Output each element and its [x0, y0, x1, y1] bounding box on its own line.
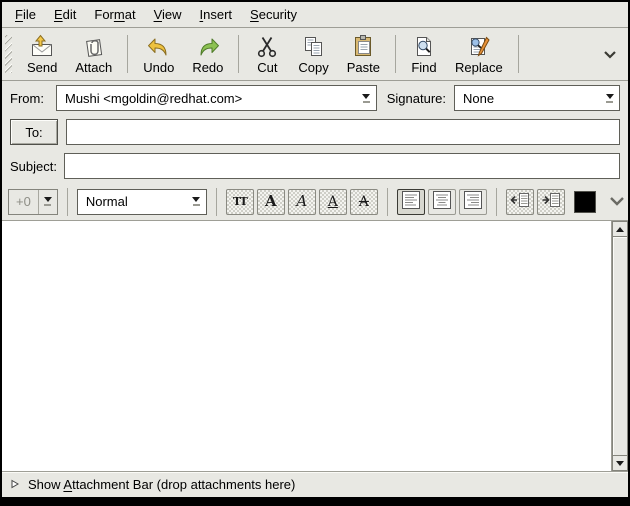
scroll-up-button[interactable]	[612, 221, 628, 237]
toolbar-overflow-button[interactable]	[598, 43, 622, 66]
align-right-button[interactable]	[459, 189, 487, 215]
align-center-icon	[433, 191, 451, 212]
send-button[interactable]: Send	[18, 30, 66, 78]
scrollbar-thumb[interactable]	[612, 237, 628, 455]
to-row: To:	[2, 115, 628, 149]
to-input[interactable]	[66, 119, 620, 145]
from-label: From:	[10, 91, 56, 106]
arrow-down-icon	[616, 461, 624, 466]
toolbar-separator	[395, 35, 396, 73]
format-separator	[496, 188, 497, 216]
subject-label: Subject:	[10, 159, 64, 174]
format-overflow-button[interactable]	[607, 192, 627, 211]
signature-label: Signature:	[387, 91, 446, 106]
align-right-icon	[464, 191, 482, 212]
magnifier-document-icon	[411, 33, 437, 60]
underline-toggle-button[interactable]: A	[319, 189, 347, 215]
align-left-icon	[402, 191, 420, 212]
unindent-button[interactable]	[506, 189, 534, 215]
toolbar-separator	[127, 35, 128, 73]
attachment-bar-toggle[interactable]: Show Attachment Bar (drop attachments he…	[2, 471, 628, 497]
italic-toggle-button[interactable]: A	[288, 189, 316, 215]
typewriter-icon: TT	[233, 196, 247, 207]
dropdown-arrow-icon	[357, 94, 376, 103]
paste-button[interactable]: Paste	[338, 30, 389, 78]
menu-security[interactable]: Security	[241, 3, 306, 26]
copy-button[interactable]: Copy	[289, 30, 337, 78]
from-row: From: Mushi <mgoldin@redhat.com> Signatu…	[2, 81, 628, 115]
send-icon	[29, 33, 55, 60]
arrow-up-icon	[616, 227, 624, 232]
scroll-down-button[interactable]	[612, 455, 628, 471]
italic-icon: A	[296, 194, 307, 209]
menu-edit[interactable]: Edit	[45, 3, 85, 26]
format-separator	[67, 188, 68, 216]
underline-icon: A	[328, 195, 338, 209]
dropdown-arrow-icon	[39, 190, 57, 214]
strikethrough-icon: A	[359, 195, 369, 209]
paperclip-icon	[81, 33, 107, 60]
attachment-bar-label: Show Attachment Bar (drop attachments he…	[28, 477, 295, 492]
message-body-area	[2, 220, 628, 471]
redo-arrow-icon	[195, 33, 221, 60]
menu-view[interactable]: View	[145, 3, 191, 26]
format-separator	[216, 188, 217, 216]
align-left-button[interactable]	[397, 189, 425, 215]
main-toolbar: Send Attach Undo	[2, 28, 628, 81]
redo-button[interactable]: Redo	[183, 30, 232, 78]
toolbar-separator	[238, 35, 239, 73]
signature-select[interactable]: None	[454, 85, 620, 111]
subject-input[interactable]	[64, 153, 620, 179]
vertical-scrollbar[interactable]	[611, 221, 628, 471]
cut-button[interactable]: Cut	[245, 30, 289, 78]
menu-file[interactable]: File	[6, 3, 45, 26]
chevron-down-icon	[609, 194, 625, 209]
format-toolbar: +0 Normal TT A A A A	[2, 183, 628, 220]
chevron-down-icon	[603, 47, 617, 62]
typewriter-toggle-button[interactable]: TT	[226, 189, 254, 215]
menu-insert[interactable]: Insert	[191, 3, 242, 26]
scissors-icon	[254, 33, 280, 60]
unindent-icon	[510, 192, 530, 211]
menu-format[interactable]: Format	[85, 3, 144, 26]
from-select[interactable]: Mushi <mgoldin@redhat.com>	[56, 85, 377, 111]
indent-icon	[541, 192, 561, 211]
find-replace-icon	[466, 33, 492, 60]
text-color-button[interactable]	[574, 191, 596, 213]
paragraph-style-select[interactable]: Normal	[77, 189, 207, 215]
font-size-select[interactable]: +0	[8, 189, 58, 215]
find-button[interactable]: Find	[402, 30, 446, 78]
format-separator	[387, 188, 388, 216]
attach-button[interactable]: Attach	[66, 30, 121, 78]
align-center-button[interactable]	[428, 189, 456, 215]
indent-button[interactable]	[537, 189, 565, 215]
replace-button[interactable]: Replace	[446, 30, 512, 78]
undo-arrow-icon	[146, 33, 172, 60]
strikethrough-toggle-button[interactable]: A	[350, 189, 378, 215]
composer-window: File Edit Format View Insert Security Se…	[0, 0, 630, 506]
subject-row: Subject:	[2, 149, 628, 183]
to-button[interactable]: To:	[10, 119, 58, 145]
menu-bar: File Edit Format View Insert Security	[2, 2, 628, 28]
dropdown-arrow-icon	[600, 94, 619, 103]
dropdown-arrow-icon	[187, 190, 206, 214]
undo-button[interactable]: Undo	[134, 30, 183, 78]
bold-toggle-button[interactable]: A	[257, 189, 285, 215]
toolbar-grip[interactable]	[5, 35, 12, 73]
bold-icon: A	[265, 194, 277, 209]
message-body[interactable]	[2, 221, 611, 471]
toolbar-separator	[518, 35, 519, 73]
copy-documents-icon	[301, 33, 327, 60]
expander-triangle-icon	[11, 477, 19, 492]
clipboard-icon	[350, 33, 376, 60]
